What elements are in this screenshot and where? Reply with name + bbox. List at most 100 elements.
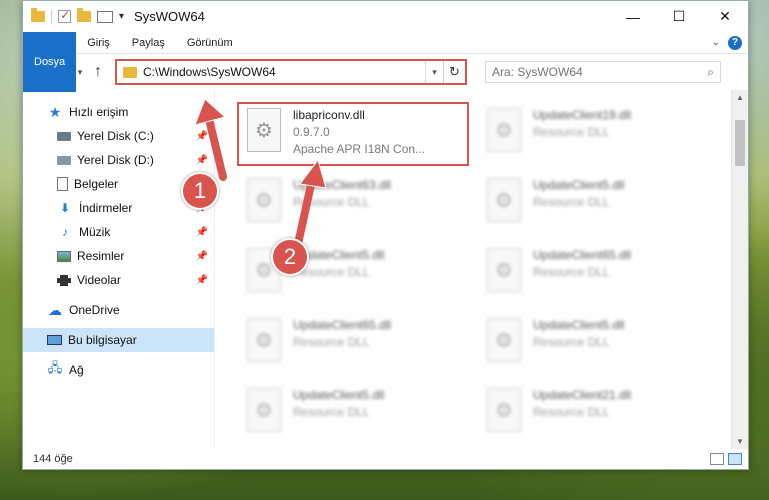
dll-file-icon: ⚙	[487, 388, 521, 432]
title-bar: ▾ SysWOW64 — ☐ ✕	[23, 1, 748, 32]
file-item[interactable]: ⚙ UpdateClient63.dll Resource DLL	[243, 174, 483, 234]
sidebar-item-pictures[interactable]: Resimler 📌	[23, 244, 214, 268]
properties-check-icon[interactable]	[58, 8, 71, 23]
pin-icon[interactable]: 📌	[196, 275, 208, 286]
file-description: Resource DLL	[533, 195, 610, 209]
cloud-icon: ☁	[48, 301, 62, 318]
file-version: 0.9.7.0	[293, 125, 330, 139]
maximize-button[interactable]: ☐	[656, 1, 702, 32]
drive-icon	[57, 131, 71, 141]
window-title: SysWOW64	[134, 9, 205, 24]
view-toggle	[710, 453, 748, 465]
scroll-up-icon[interactable]: ▲	[732, 93, 748, 102]
dll-file-icon: ⚙	[487, 248, 521, 292]
sidebar-item-label: Müzik	[79, 225, 111, 239]
file-grid: ⚙ libapriconv.dll 0.9.7.0 Apache APR I18…	[237, 102, 748, 444]
download-icon: ⬇	[59, 201, 71, 215]
file-item[interactable]: ⚙ UpdateClient19.dll Resource DLL	[483, 104, 723, 164]
address-path[interactable]: C:\Windows\SysWOW64	[143, 65, 425, 79]
address-bar[interactable]: C:\Windows\SysWOW64 ▾ ↻	[115, 59, 467, 85]
file-description: Resource DLL	[293, 335, 370, 349]
scroll-down-icon[interactable]: ▼	[732, 437, 748, 446]
vertical-scrollbar[interactable]: ▲ ▼	[731, 90, 748, 449]
sidebar-item-label: İndirmeler	[79, 201, 133, 215]
sidebar-item-onedrive[interactable]: ☁ OneDrive	[23, 298, 214, 322]
dll-file-icon: ⚙	[247, 178, 281, 222]
file-item[interactable]: ⚙ UpdateClient5.dll Resource DLL	[483, 314, 723, 374]
scrollbar-thumb[interactable]	[735, 120, 745, 166]
refresh-icon[interactable]: ↻	[443, 61, 465, 83]
help-icon[interactable]: ?	[728, 35, 742, 50]
sidebar-item-label: Yerel Disk (C:)	[77, 129, 154, 143]
file-name: UpdateClient19.dll	[533, 108, 632, 122]
file-description: Resource DLL	[533, 405, 610, 419]
file-name: UpdateClient5.dll	[533, 178, 625, 192]
minimize-button[interactable]: —	[610, 1, 656, 32]
pin-icon[interactable]: 📌	[196, 251, 208, 262]
sidebar-item-videos[interactable]: Videolar 📌	[23, 268, 214, 292]
file-name: UpdateClient5.dll	[293, 388, 385, 402]
sidebar-item-label: Bu bilgisayar	[68, 333, 137, 347]
tiles-view-icon[interactable]	[728, 453, 742, 465]
step-badge-1: 1	[181, 172, 219, 210]
drive-icon	[57, 155, 71, 165]
up-arrow-icon[interactable]: ↑	[87, 63, 109, 81]
tab-share[interactable]: Paylaş	[121, 32, 176, 53]
properties-icon[interactable]	[97, 10, 113, 23]
address-folder-icon	[123, 66, 137, 78]
sidebar-item-label: Hızlı erişim	[69, 105, 129, 119]
file-item[interactable]: ⚙ UpdateClient65.dll Resource DLL	[243, 314, 483, 374]
tab-home[interactable]: Giriş	[76, 32, 121, 53]
video-icon	[57, 274, 71, 286]
file-description: Resource DLL	[293, 405, 370, 419]
annotation-arrow-1	[194, 98, 227, 181]
file-name: UpdateClient5.dll	[533, 318, 625, 332]
expand-ribbon-chevron-icon[interactable]: ⌄	[712, 37, 720, 48]
file-item[interactable]: ⚙ UpdateClient21.dll Resource DLL	[483, 384, 723, 444]
file-name: libapriconv.dll	[293, 108, 365, 122]
file-item[interactable]: ⚙ UpdateClient65.dll Resource DLL	[483, 244, 723, 304]
file-description: Resource DLL	[293, 265, 370, 279]
step-badge-2: 2	[271, 238, 309, 276]
close-button[interactable]: ✕	[702, 1, 748, 32]
tab-view[interactable]: Görünüm	[176, 32, 244, 53]
sidebar-item-label: OneDrive	[69, 303, 120, 317]
sidebar-item-label: Yerel Disk (D:)	[77, 153, 154, 167]
toolbar-divider	[51, 9, 52, 24]
explorer-body: ★ Hızlı erişim Yerel Disk (C:) 📌 Yerel D…	[23, 90, 748, 449]
search-box[interactable]: ⌕	[485, 61, 721, 83]
dll-file-icon: ⚙	[487, 178, 521, 222]
file-item[interactable]: ⚙ UpdateClient5.dll Resource DLL	[483, 174, 723, 234]
sidebar-item-label: Videolar	[77, 273, 121, 287]
dll-file-icon: ⚙	[487, 318, 521, 362]
sidebar-item-this-pc[interactable]: Bu bilgisayar	[23, 328, 214, 352]
folder-icon[interactable]	[31, 8, 45, 22]
file-name: UpdateClient65.dll	[533, 248, 632, 262]
star-icon: ★	[48, 103, 62, 120]
document-icon	[57, 177, 68, 191]
dll-file-icon: ⚙	[247, 388, 281, 432]
file-description: Apache APR I18N Con...	[293, 142, 426, 156]
network-icon: 🖧	[47, 360, 63, 375]
file-item-libapriconv[interactable]: ⚙ libapriconv.dll 0.9.7.0 Apache APR I18…	[237, 102, 469, 166]
sidebar-item-network[interactable]: 🖧 Ağ	[23, 358, 214, 382]
music-icon: ♪	[62, 225, 68, 239]
quick-access-toolbar: ▾	[31, 8, 124, 24]
navigation-bar: ← → ▾ ↑ C:\Windows\SysWOW64 ▾ ↻ ⌕	[23, 54, 748, 90]
pin-icon[interactable]: 📌	[196, 227, 208, 238]
search-icon[interactable]: ⌕	[707, 65, 714, 80]
explorer-window: ▾ SysWOW64 — ☐ ✕ Dosya Giriş Paylaş Görü…	[22, 0, 749, 470]
sidebar-item-label: Belgeler	[74, 177, 119, 191]
dll-file-icon: ⚙	[247, 318, 281, 362]
tab-file[interactable]: Dosya	[23, 32, 77, 92]
file-item[interactable]: ⚙ UpdateClient5.dll Resource DLL	[243, 384, 483, 444]
pictures-icon	[57, 250, 71, 262]
address-dropdown-icon[interactable]: ▾	[425, 61, 443, 83]
search-input[interactable]	[492, 65, 692, 79]
customize-toolbar-dropdown-icon[interactable]: ▾	[119, 11, 124, 22]
details-view-icon[interactable]	[710, 453, 724, 465]
new-folder-icon[interactable]	[77, 8, 91, 22]
file-description: Resource DLL	[533, 265, 610, 279]
window-controls: — ☐ ✕	[610, 1, 748, 32]
sidebar-item-music[interactable]: ♪ Müzik 📌	[23, 220, 214, 244]
